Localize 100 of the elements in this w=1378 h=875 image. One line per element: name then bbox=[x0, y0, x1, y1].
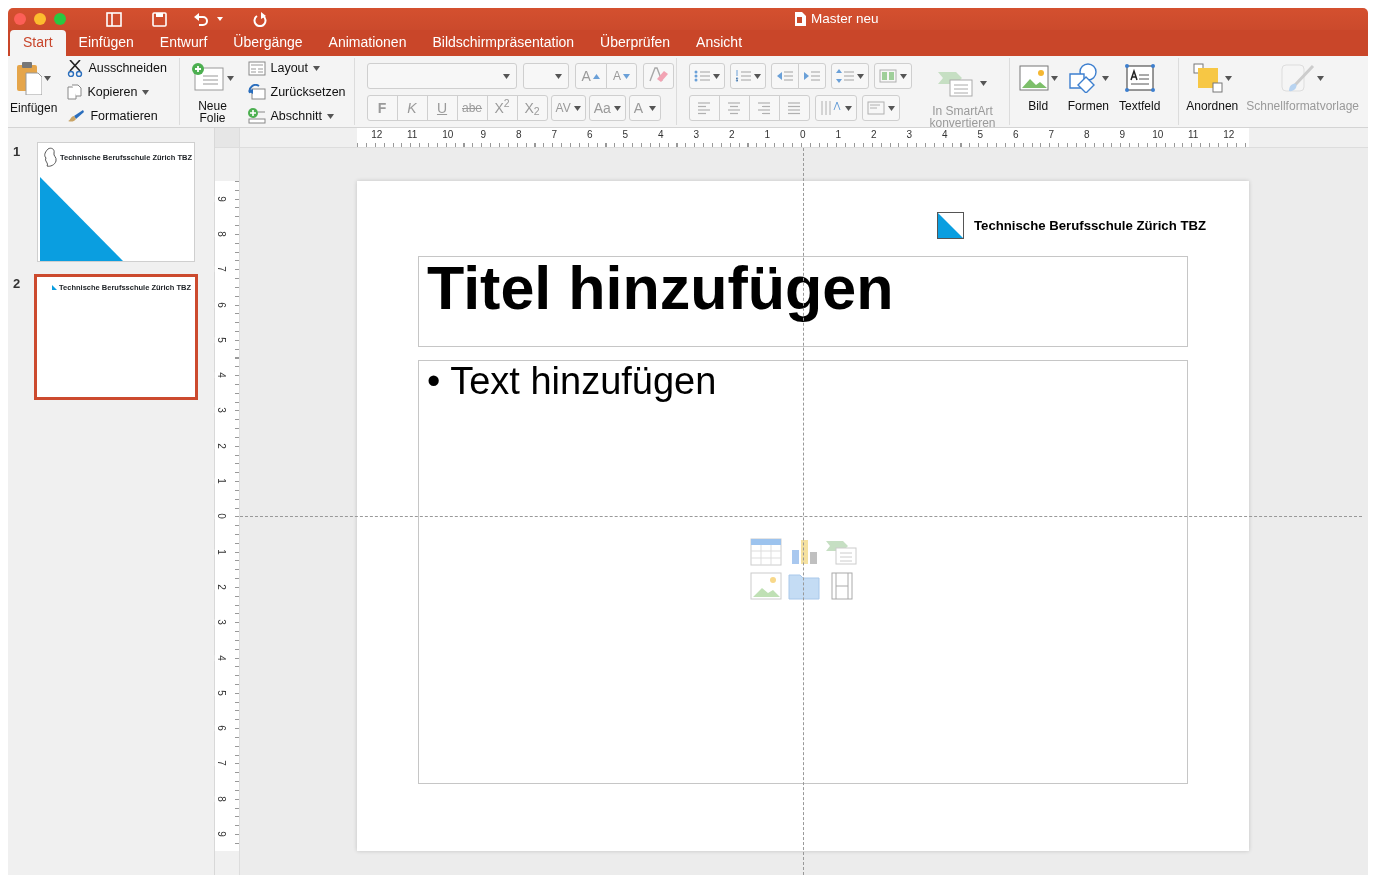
align-center-icon bbox=[726, 101, 743, 115]
eraser-icon bbox=[648, 67, 669, 85]
ribbon-tab[interactable]: Ansicht bbox=[683, 30, 756, 56]
ribbon-button[interactable]: Kopieren bbox=[65, 80, 169, 104]
ribbon-button[interactable]: Abschnitt bbox=[245, 104, 348, 128]
picture-button[interactable]: Bild bbox=[1015, 58, 1061, 112]
text-direction-icon bbox=[819, 100, 842, 116]
ruler-label: 10 bbox=[442, 129, 454, 141]
caret-icon bbox=[44, 75, 52, 81]
new-slide-button[interactable]: Neue Folie bbox=[185, 58, 240, 124]
redo-icon bbox=[253, 11, 267, 27]
line-spacing-icon bbox=[835, 69, 854, 83]
caret-icon bbox=[844, 105, 852, 111]
ruler-label: 7 bbox=[1048, 129, 1055, 141]
caret-icon bbox=[712, 73, 720, 79]
insert-folder-icon bbox=[788, 572, 820, 600]
ribbon-tab[interactable]: Bildschirmpräsentation bbox=[419, 30, 588, 56]
sidebar-toggle-icon bbox=[106, 11, 122, 27]
align-left-icon bbox=[696, 101, 713, 115]
caret-icon bbox=[1101, 75, 1109, 81]
ruler-label: 0 bbox=[799, 129, 806, 141]
clipboard-icon bbox=[16, 61, 43, 95]
caret-icon bbox=[899, 73, 907, 79]
save-icon bbox=[152, 11, 167, 27]
shapes-button[interactable]: Formen bbox=[1064, 58, 1112, 112]
paintbrush-icon bbox=[1281, 63, 1316, 93]
text-box-button[interactable]: Textfeld bbox=[1116, 58, 1164, 112]
slide-number: 1 bbox=[13, 143, 22, 161]
align-right-icon bbox=[756, 101, 773, 115]
title-text: Titel hinzufügen bbox=[427, 254, 894, 322]
ruler-label: 1 bbox=[764, 129, 771, 141]
caret-icon bbox=[313, 65, 321, 71]
ruler-label: 5 bbox=[977, 129, 984, 141]
insert-smartart-icon bbox=[826, 538, 858, 566]
numbering-icon bbox=[734, 69, 751, 83]
document-icon bbox=[794, 12, 806, 26]
caret-icon bbox=[887, 105, 895, 111]
insert-table-icon bbox=[750, 538, 782, 566]
arrange-icon bbox=[1192, 63, 1223, 93]
ruler-label: 5 bbox=[622, 129, 629, 141]
increase-indent-icon bbox=[802, 69, 821, 83]
ribbon-tab[interactable]: Einfügen bbox=[65, 30, 147, 56]
paste-button[interactable]: Einfügen bbox=[8, 58, 60, 114]
caret-icon bbox=[1317, 75, 1325, 81]
ruler-label: 9 bbox=[1119, 129, 1126, 141]
window-title: Master neu bbox=[811, 9, 879, 28]
close-button[interactable] bbox=[14, 13, 26, 25]
section-icon bbox=[247, 108, 266, 124]
ribbon-button[interactable]: Ausschneiden bbox=[65, 56, 169, 80]
body-text: • Text hinzufügen bbox=[427, 360, 717, 402]
bullets-icon bbox=[693, 69, 710, 83]
reset-icon bbox=[247, 84, 266, 100]
ruler-label: 10 bbox=[1152, 129, 1164, 141]
insert-picture-icon bbox=[750, 572, 782, 600]
caret-icon bbox=[554, 73, 562, 79]
image-icon bbox=[1018, 65, 1049, 91]
caret-icon bbox=[856, 73, 864, 79]
ribbon-tab[interactable]: Animationen bbox=[315, 30, 420, 56]
ribbon-tab[interactable]: Start bbox=[10, 30, 66, 56]
undo-icon bbox=[193, 12, 209, 26]
ruler-label: 6 bbox=[586, 129, 593, 141]
caret-icon bbox=[1224, 75, 1232, 81]
ruler-label: 3 bbox=[693, 129, 700, 141]
layout-icon bbox=[247, 60, 266, 76]
caret-icon bbox=[1050, 75, 1058, 81]
ribbon-button[interactable]: Formatieren bbox=[65, 104, 169, 128]
ruler-label: 2 bbox=[870, 129, 877, 141]
decrease-indent-icon bbox=[775, 69, 794, 83]
ribbon-button[interactable]: Layout bbox=[245, 56, 348, 80]
caret-icon bbox=[326, 113, 334, 119]
content-placeholder[interactable]: • Text hinzufügen bbox=[418, 360, 1188, 784]
slide-number: 2 bbox=[13, 275, 22, 293]
zoom-button[interactable] bbox=[54, 13, 66, 25]
minimize-button[interactable] bbox=[34, 13, 46, 25]
caret-icon bbox=[980, 80, 988, 86]
scissors-icon bbox=[67, 59, 84, 77]
ruler-label: 7 bbox=[551, 129, 558, 141]
ruler-label: 9 bbox=[480, 129, 487, 141]
ruler-label: 4 bbox=[657, 129, 664, 141]
new-slide-icon bbox=[191, 63, 225, 93]
caret-icon bbox=[573, 105, 581, 111]
title-placeholder[interactable]: Titel hinzufügen bbox=[418, 256, 1188, 347]
ruler-label: 8 bbox=[1083, 129, 1090, 141]
up-arrow-icon bbox=[592, 73, 600, 79]
shapes-icon bbox=[1067, 63, 1100, 93]
ruler-label: 1 bbox=[835, 129, 842, 141]
down-arrow-icon bbox=[622, 73, 630, 79]
caret-icon bbox=[502, 73, 510, 79]
align-text-icon bbox=[866, 101, 885, 115]
brush-icon bbox=[67, 109, 86, 123]
ribbon-tab[interactable]: Überprüfen bbox=[587, 30, 684, 56]
caret-icon bbox=[227, 75, 234, 81]
ruler-label: 12 bbox=[1223, 129, 1235, 141]
ribbon-tab[interactable]: Übergänge bbox=[220, 30, 316, 56]
columns-icon bbox=[878, 69, 897, 83]
ribbon-tab[interactable]: Entwurf bbox=[146, 30, 221, 56]
caret-icon bbox=[649, 105, 657, 111]
ruler-label: 11 bbox=[407, 129, 418, 141]
arrange-button[interactable]: Anordnen bbox=[1183, 58, 1242, 112]
ribbon-button[interactable]: Zurücksetzen bbox=[245, 80, 348, 104]
